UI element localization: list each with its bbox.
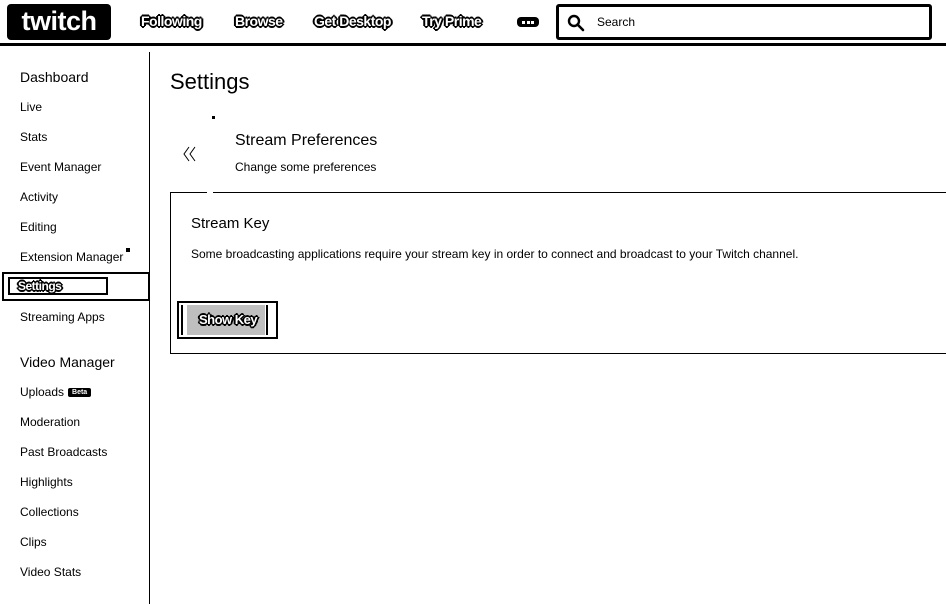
page-title: Settings — [170, 69, 250, 94]
sidebar-item-streaming-apps[interactable]: Streaming Apps — [20, 310, 105, 324]
logo-text: twitch — [22, 6, 97, 36]
sidebar-item-uploads[interactable]: Uploads Beta — [20, 385, 92, 399]
button-edge — [266, 305, 268, 335]
sidebar-item-activity[interactable]: Activity — [20, 190, 58, 204]
sidebar-item-label: Uploads — [20, 385, 65, 399]
sidebar-item-video-stats[interactable]: Video Stats — [20, 565, 81, 579]
twitch-logo[interactable]: twitch — [6, 2, 112, 42]
nav-try-prime[interactable]: Try Prime — [422, 13, 482, 29]
sidebar-item-settings[interactable]: Settings — [2, 272, 150, 301]
double-chevron-left-icon[interactable] — [182, 145, 198, 163]
sidebar-item-live[interactable]: Live — [20, 100, 42, 114]
sidebar-item-highlights[interactable]: Highlights — [20, 475, 73, 489]
dashboard-sidebar: Dashboard Live Stats Event Manager Activ… — [0, 46, 150, 604]
sidebar-item-extension-manager[interactable]: Extension Manager — [20, 250, 123, 264]
stream-key-description: Some broadcasting applications require y… — [191, 247, 799, 261]
sidebar-item-moderation[interactable]: Moderation — [20, 415, 80, 429]
search-box[interactable] — [556, 4, 932, 40]
nav-get-desktop[interactable]: Get Desktop — [314, 13, 391, 29]
sidebar-item-stats[interactable]: Stats — [20, 130, 47, 144]
search-input[interactable] — [597, 12, 917, 32]
sidebar-item-label: Settings — [18, 279, 62, 293]
show-key-button[interactable]: Show Key — [177, 301, 278, 339]
stream-key-title: Stream Key — [191, 215, 270, 232]
stream-preferences-title: Stream Preferences — [235, 132, 378, 149]
new-indicator-dot — [126, 248, 130, 252]
video-manager-heading: Video Manager — [20, 354, 115, 370]
stream-preferences-subtitle: Change some preferences — [235, 160, 377, 174]
search-icon — [567, 14, 585, 32]
button-edge — [181, 305, 183, 335]
beta-badge: Beta — [68, 388, 92, 397]
sidebar-item-past-broadcasts[interactable]: Past Broadcasts — [20, 445, 107, 459]
dashboard-heading: Dashboard — [20, 69, 89, 85]
sidebar-divider — [149, 52, 150, 604]
decorative-dot — [212, 116, 215, 119]
ellipsis-icon[interactable] — [517, 17, 539, 27]
sidebar-item-event-manager[interactable]: Event Manager — [20, 160, 101, 174]
sidebar-item-collections[interactable]: Collections — [20, 505, 79, 519]
sidebar-item-clips[interactable]: Clips — [20, 535, 47, 549]
card-notch — [207, 190, 213, 193]
top-nav-bar: twitch Following Browse Get Desktop Try … — [0, 0, 946, 44]
nav-browse[interactable]: Browse — [235, 13, 283, 29]
nav-following[interactable]: Following — [141, 13, 202, 29]
stream-key-card: Stream Key Some broadcasting application… — [170, 192, 946, 354]
show-key-label: Show Key — [199, 312, 258, 327]
sidebar-item-editing[interactable]: Editing — [20, 220, 57, 234]
